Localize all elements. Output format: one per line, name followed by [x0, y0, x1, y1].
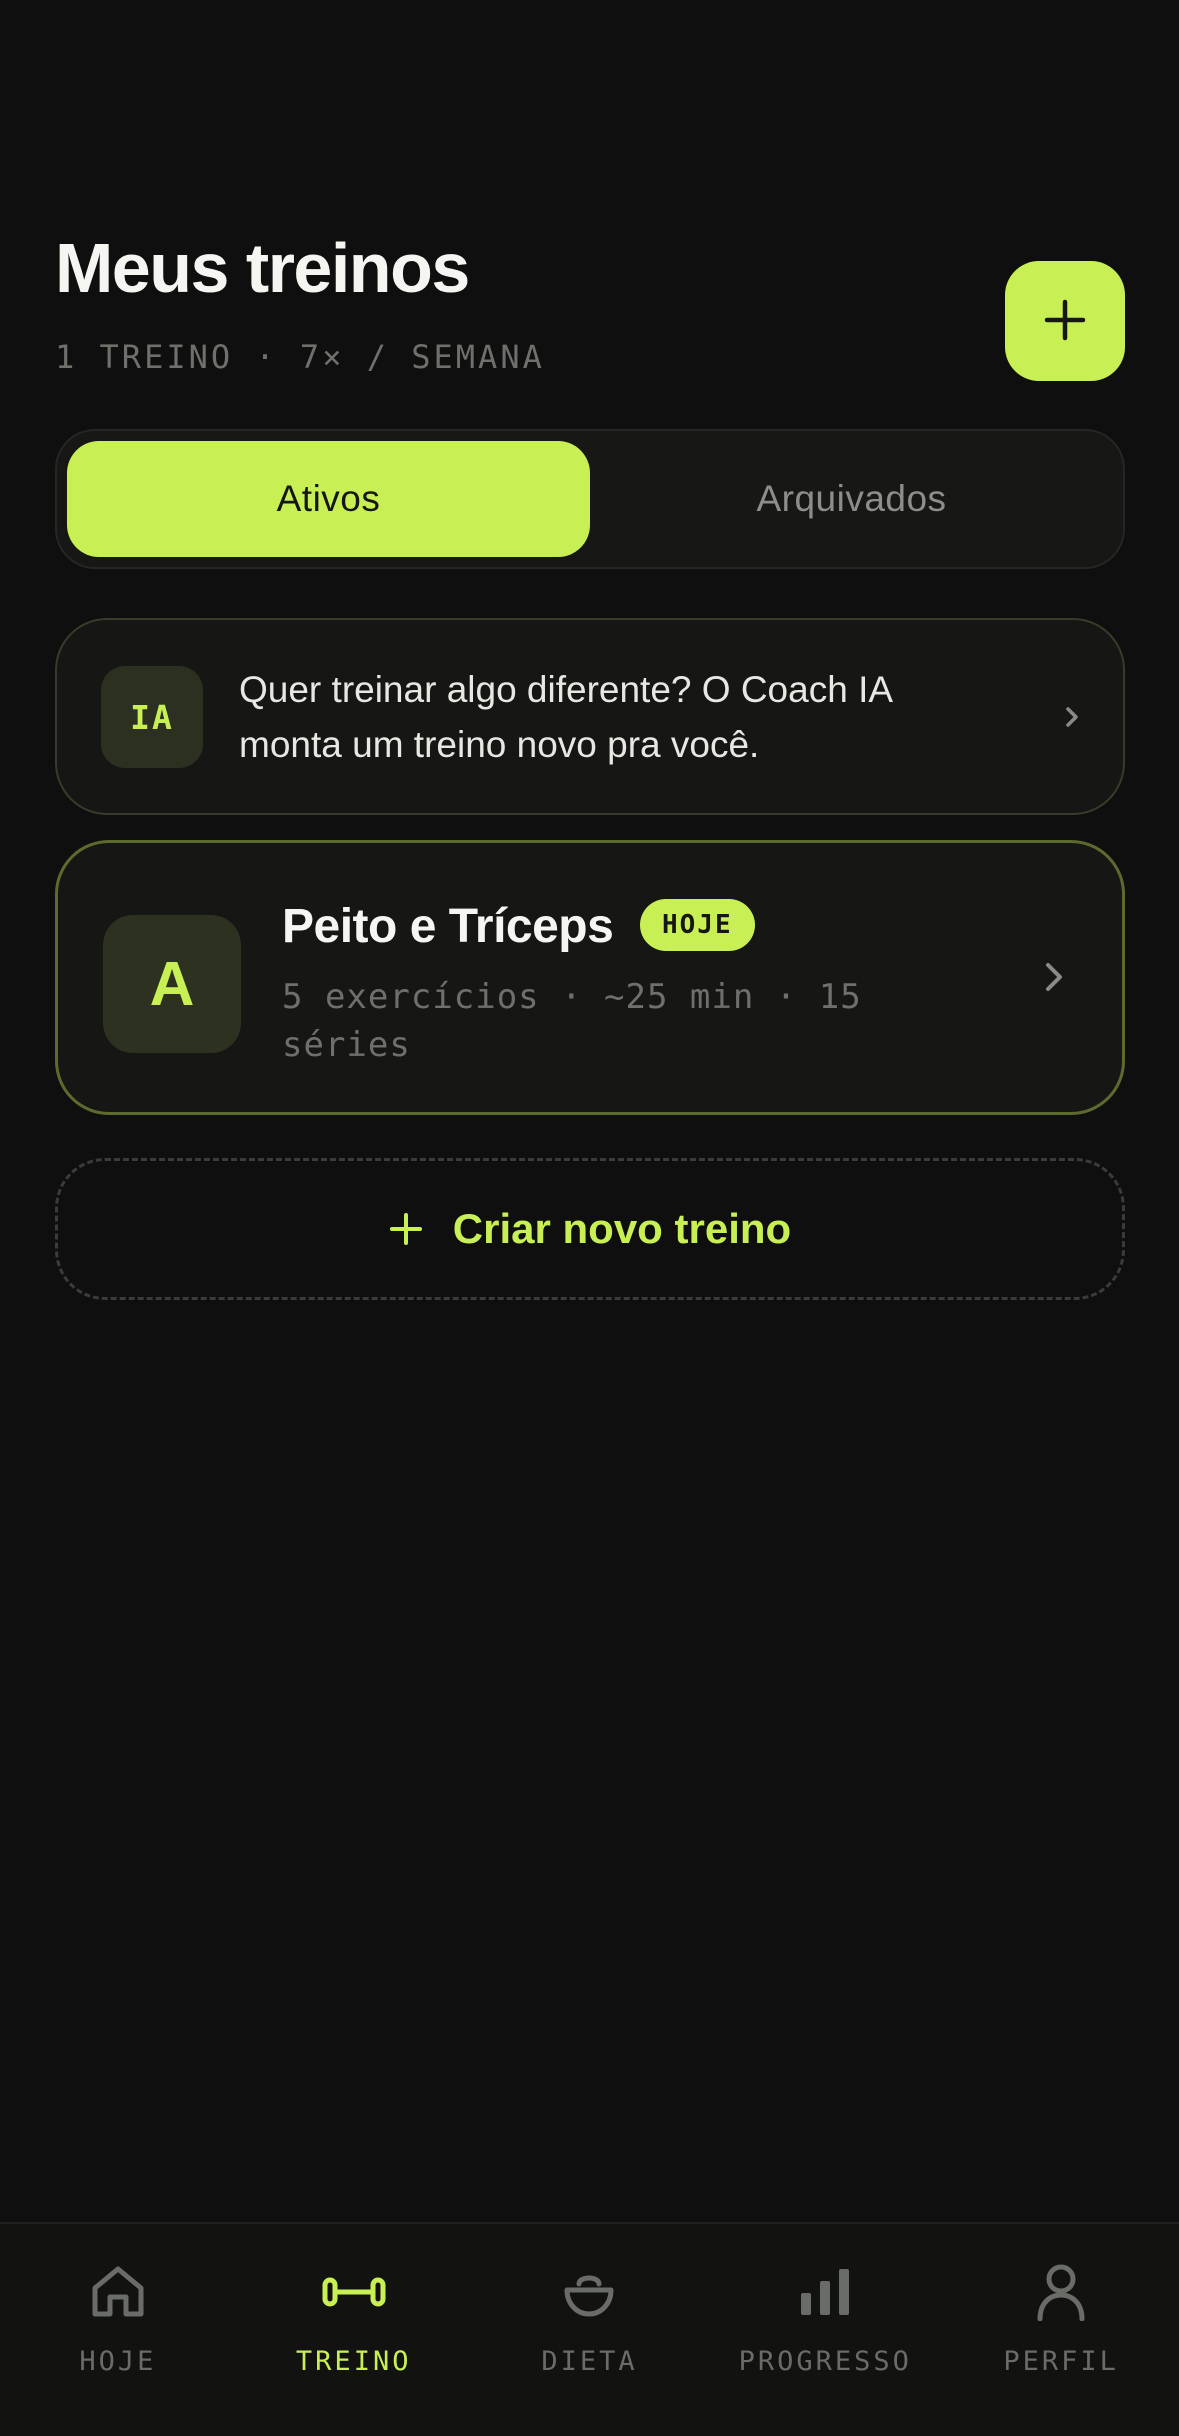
- tab-label: HOJE: [79, 2346, 157, 2377]
- workout-filter-segmented: Ativos Arquivados: [55, 429, 1125, 569]
- create-workout-button[interactable]: Criar novo treino: [55, 1158, 1125, 1300]
- workout-meta: 5 exercícios · ~25 min · 15 séries: [282, 977, 862, 1065]
- bowl-icon: [561, 2260, 617, 2324]
- workout-name: Peito e Tríceps: [282, 900, 614, 953]
- plus-icon: [389, 1212, 423, 1246]
- bar-chart-icon: [797, 2260, 853, 2324]
- tab-perfil[interactable]: PERFIL: [943, 2224, 1179, 2436]
- bottom-tab-bar: HOJE TREINO DIETA PROGRESSO PERFIL: [0, 2222, 1179, 2436]
- ai-coach-card[interactable]: IA Quer treinar algo diferente? O Coach …: [55, 618, 1125, 815]
- ai-coach-text: Quer treinar algo diferente? O Coach IA …: [239, 669, 891, 765]
- tab-label: DIETA: [541, 2346, 638, 2377]
- tab-active-workouts[interactable]: Ativos: [67, 441, 590, 557]
- add-workout-button[interactable]: [1005, 261, 1125, 381]
- tab-label: PROGRESSO: [738, 2346, 912, 2377]
- create-workout-label: Criar novo treino: [452, 1205, 792, 1252]
- tab-label: TREINO: [295, 2346, 412, 2377]
- tab-treino[interactable]: TREINO: [236, 2224, 472, 2436]
- tab-hoje[interactable]: HOJE: [0, 2224, 236, 2436]
- page-title: Meus treinos: [55, 229, 470, 307]
- workout-letter-avatar: A: [103, 915, 241, 1053]
- tab-dieta[interactable]: DIETA: [472, 2224, 708, 2436]
- page-subtitle: 1 TREINO · 7× / SEMANA: [55, 338, 545, 376]
- person-icon: [1036, 2260, 1086, 2324]
- tab-label: PERFIL: [1003, 2346, 1119, 2377]
- tab-progresso[interactable]: PROGRESSO: [707, 2224, 943, 2436]
- ai-badge: IA: [101, 666, 203, 768]
- dumbbell-icon: [321, 2260, 387, 2324]
- chevron-right-icon: [1040, 955, 1068, 1004]
- today-badge: HOJE: [640, 899, 755, 951]
- plus-icon: [1043, 298, 1087, 345]
- chevron-right-icon: [1062, 702, 1084, 737]
- workouts-screen: Meus treinos 1 TREINO · 7× / SEMANA Ativ…: [0, 0, 1179, 2436]
- workout-card[interactable]: A Peito e Tríceps HOJE 5 exercícios · ~2…: [55, 840, 1125, 1115]
- home-icon: [89, 2260, 147, 2324]
- tab-archived-workouts[interactable]: Arquivados: [590, 441, 1113, 557]
